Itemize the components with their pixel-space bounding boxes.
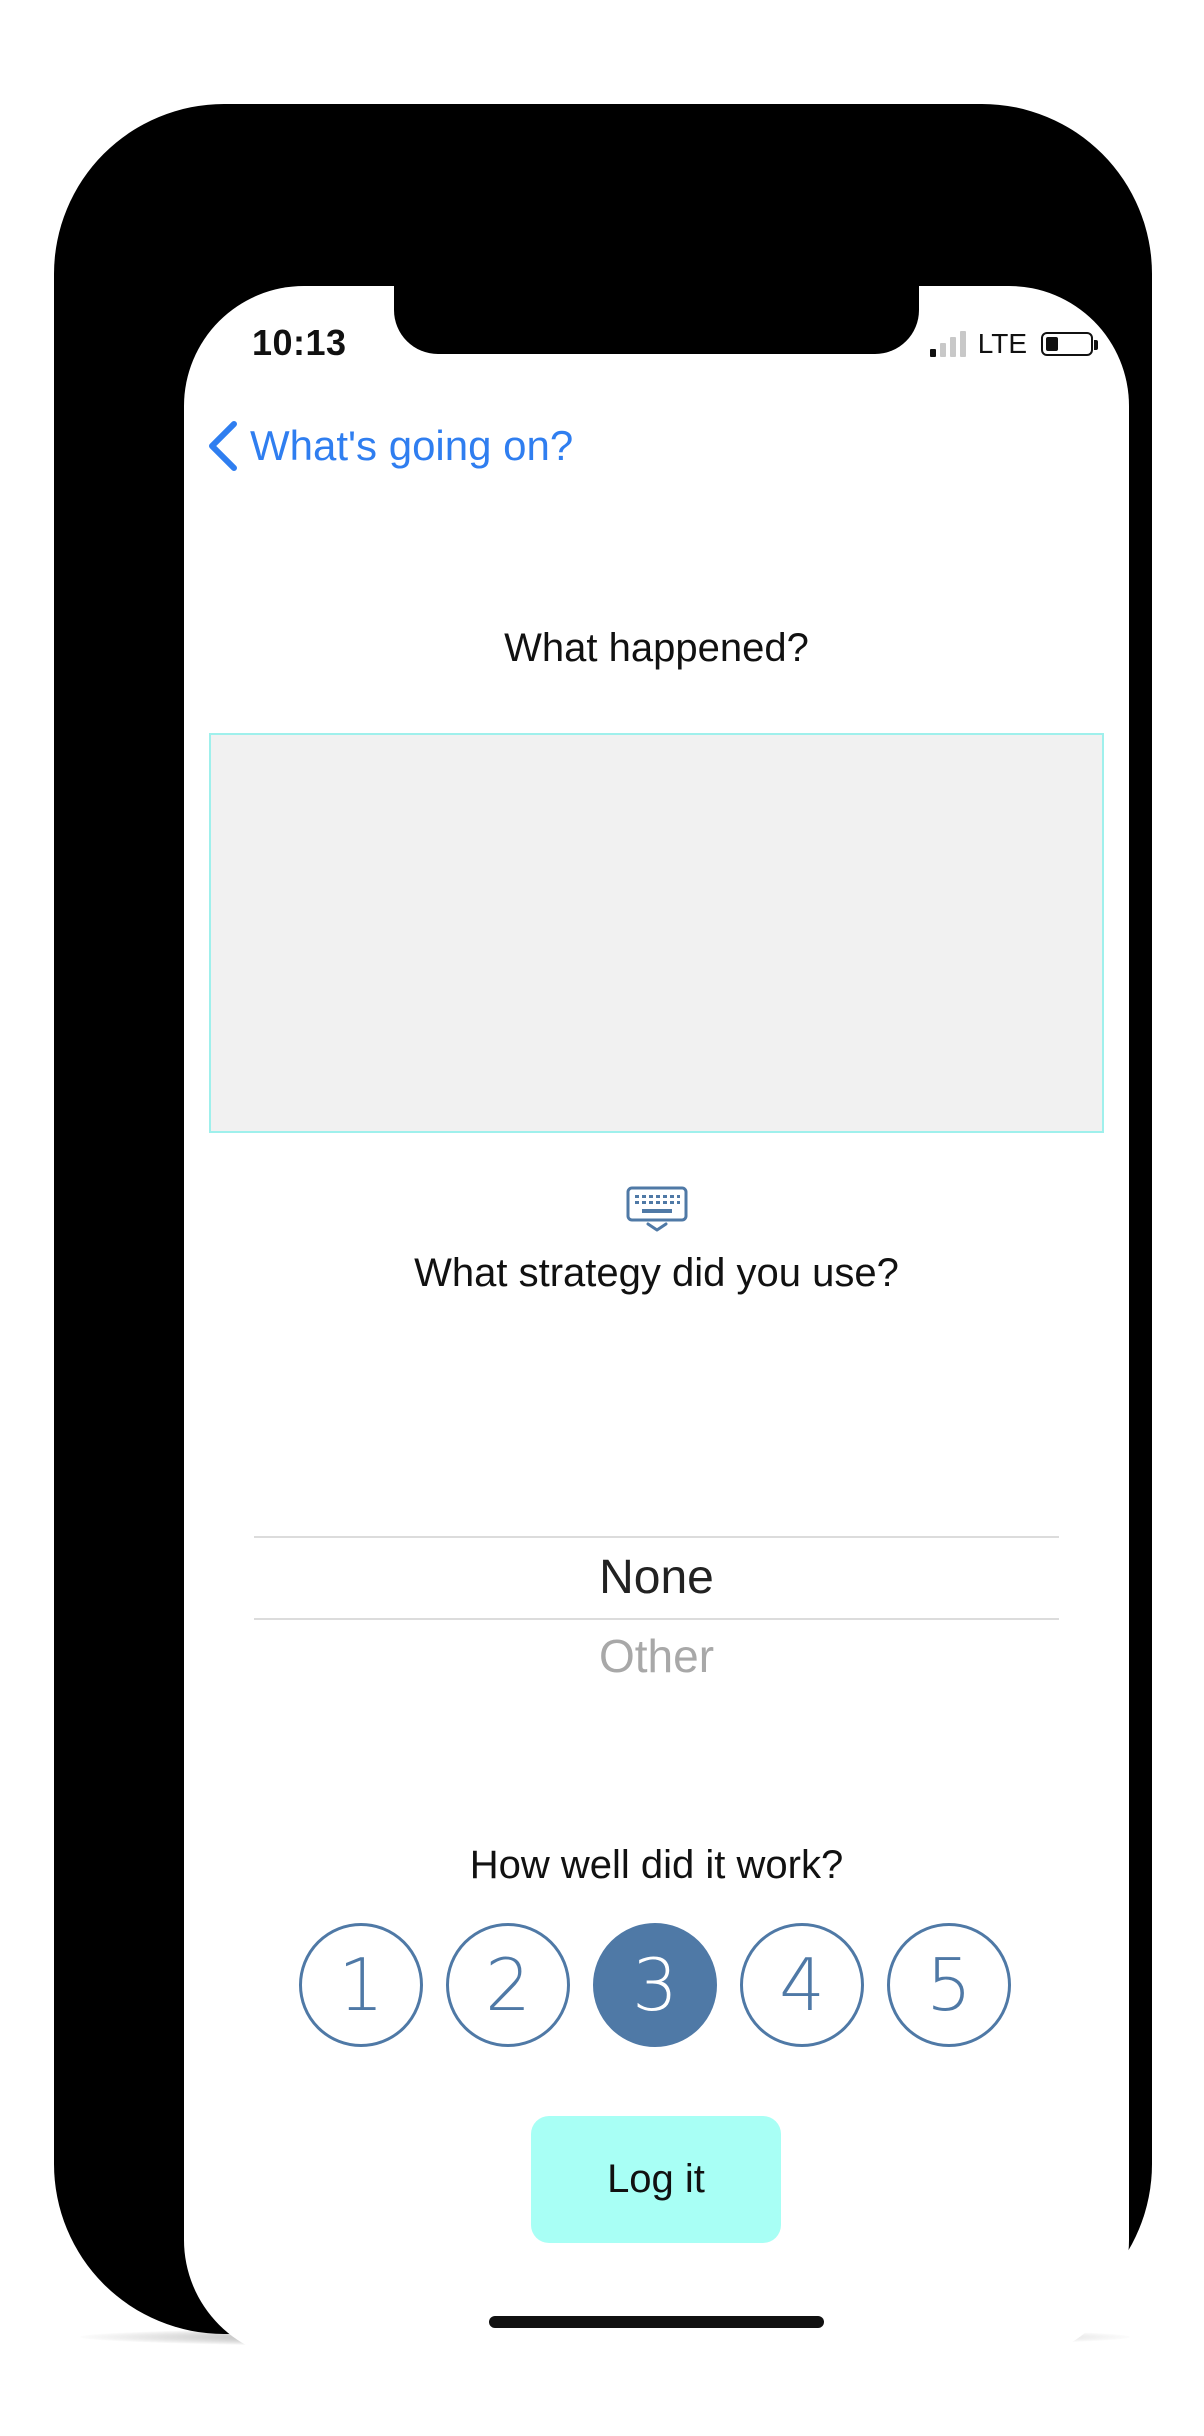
what-happened-input[interactable] [209,733,1104,1133]
rating-option-2[interactable]: 2 [446,1923,570,2047]
status-indicators: LTE [929,326,1098,362]
back-button-label: What's going on? [250,422,574,469]
phone-frame: 10:13 LTE What's going on? What happened… [54,104,1152,2360]
rating-option-5[interactable]: 5 [887,1923,1011,2047]
rating-label: How well did it work? [469,1843,844,1887]
battery-icon [1041,332,1098,356]
battery-level [1046,337,1058,351]
home-indicator[interactable] [489,2316,824,2328]
app-screenshot: 10:13 LTE What's going on? What happened… [0,0,1204,2436]
picker-selected-option[interactable]: None [254,1538,1059,1618]
rating-option-4[interactable]: 4 [740,1923,864,2047]
strategy-label: What strategy did you use? [414,1251,899,1295]
phone-screen: 10:13 LTE What's going on? What happened… [184,286,1129,2360]
what-happened-label: What happened? [504,626,809,670]
rating-option-3[interactable]: 3 [593,1923,717,2047]
rating-group: 1 2 3 4 5 [299,1923,1014,2051]
network-type: LTE [977,328,1027,359]
back-button[interactable]: What's going on? [204,418,573,474]
rating-option-1[interactable]: 1 [299,1923,423,2047]
notch [394,286,919,354]
chevron-left-icon [209,421,237,471]
signal-icon [929,331,966,357]
status-time: 10:13 [252,322,347,363]
strategy-picker[interactable]: None Other [254,1536,1059,1692]
picker-option[interactable]: Other [254,1620,1059,1692]
keyboard-icon[interactable] [626,1186,688,1232]
log-it-button[interactable]: Log it [531,2116,781,2243]
